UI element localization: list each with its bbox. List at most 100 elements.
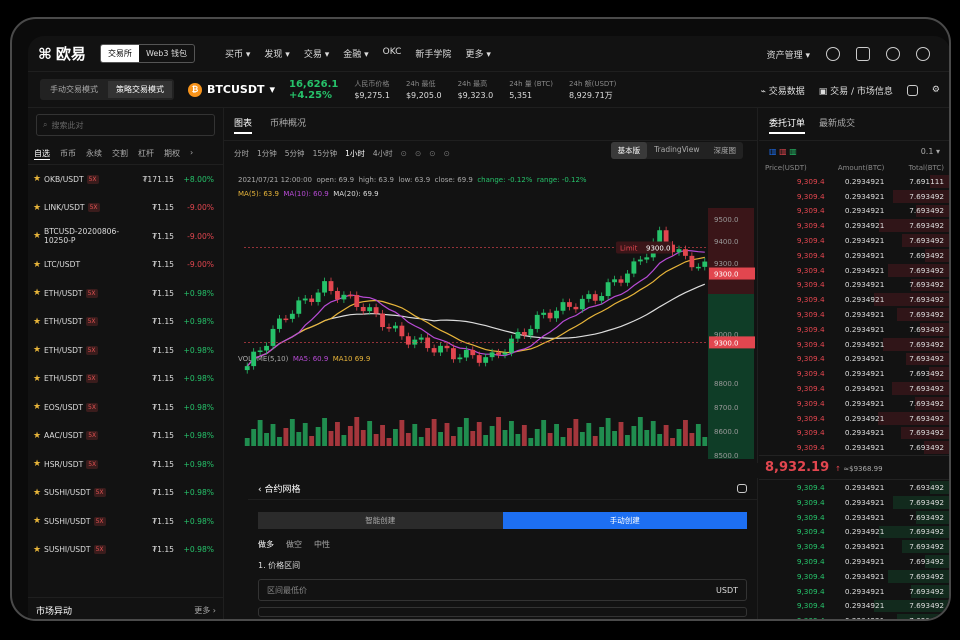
assets-menu[interactable]: 资产管理 ▾ [767, 48, 810, 61]
strategy-mode-button[interactable]: 策略交易模式 [108, 81, 172, 98]
book-row[interactable]: 9,309.4 0.2934921 7.693492 [759, 525, 949, 540]
logo[interactable]: ⌘ 欧易 [38, 43, 86, 64]
book-row[interactable]: 9,309.4 0.2934921 7.693492 [759, 189, 949, 204]
book-row[interactable]: 9,309.4 0.2934921 7.693492 [759, 381, 949, 396]
book-row[interactable]: 9,309.4 0.2934921 7.693492 [759, 554, 949, 569]
menu-item[interactable]: 新手学院 [415, 47, 451, 60]
pencil-icon[interactable]: ⊙ [429, 149, 435, 158]
star-icon[interactable]: ★ [33, 431, 44, 441]
timeframe-option[interactable]: 4小时 [373, 148, 393, 159]
market-tab[interactable]: 交割 [112, 148, 128, 160]
help-icon[interactable] [916, 47, 930, 61]
book-row[interactable]: 9,309.4 0.2934921 7.693492 [759, 278, 949, 293]
timeframe-option[interactable]: 15分钟 [313, 148, 338, 159]
book-row[interactable]: 9,309.4 0.2934921 7.693492 [759, 263, 949, 278]
tab-latest-trades[interactable]: 最新成交 [819, 116, 855, 134]
manual-create-button[interactable]: 手动创建 [502, 512, 747, 529]
market-tab[interactable]: 自选 [34, 148, 50, 160]
smart-create-button[interactable]: 智能创建 [258, 512, 503, 529]
star-icon[interactable]: ★ [33, 488, 44, 498]
range-high-input[interactable] [258, 607, 747, 617]
menu-item[interactable]: 买币 ▾ [225, 47, 250, 60]
market-row[interactable]: ★ HSR/USDT 5X ₮1.15 +0.98% [28, 450, 223, 479]
book-icon[interactable] [737, 484, 747, 493]
book-row[interactable]: 9,309.4 0.2934921 7.693492 [759, 322, 949, 337]
precision-select[interactable]: 0.1 ▾ [921, 147, 940, 156]
tab-chart[interactable]: 图表 [234, 116, 253, 134]
star-icon[interactable]: ★ [33, 402, 44, 412]
book-row[interactable]: 9,309.4 0.2934921 7.691111 [759, 174, 949, 189]
book-row[interactable]: 9,309.4 0.2934921 7.693492 [759, 599, 949, 614]
market-tab[interactable]: 杠杆 [138, 148, 154, 160]
market-row[interactable]: ★ LINK/USDT 5X ₮1.15 -9.00% [28, 194, 223, 223]
timeframe-option[interactable]: 1小时 [345, 148, 365, 159]
settings-icon[interactable]: ⊙ [415, 149, 421, 158]
market-row[interactable]: ★ ETH/USDT 5X ₮1.15 +0.98% [28, 365, 223, 394]
market-row[interactable]: ★ AAC/USDT 5X ₮1.15 +0.98% [28, 422, 223, 451]
tab-order-book[interactable]: 委托订单 [769, 116, 806, 134]
book-row[interactable]: 9,309.4 0.2934921 7.693492 [759, 366, 949, 381]
settings-icon[interactable]: ⚙ [932, 85, 940, 95]
market-row[interactable]: ★ SUSHI/USDT 5X ₮1.15 +0.98% [28, 507, 223, 536]
tab-exchange[interactable]: 交易所 [100, 45, 139, 62]
book-row[interactable]: 9,309.4 0.2934921 7.693492 [759, 613, 949, 619]
chart-view-tab[interactable]: TradingView [647, 142, 706, 159]
menu-item[interactable]: OKC [383, 47, 402, 60]
book-row[interactable]: 9,309.4 0.2934921 7.693492 [759, 352, 949, 367]
indicator-icon[interactable]: ⊙ [401, 149, 407, 158]
book-row[interactable]: 9,309.4 0.2934921 7.693492 [759, 539, 949, 554]
book-row[interactable]: 9,309.4 0.2934921 7.693492 [759, 307, 949, 322]
tab-web3-wallet[interactable]: Web3 钱包 [139, 45, 194, 62]
direction-tab[interactable]: 做多 [258, 539, 274, 550]
star-icon[interactable]: ★ [33, 459, 44, 469]
user-icon[interactable] [826, 47, 840, 61]
market-info-link[interactable]: ▣ 交易 / 市场信息 [819, 84, 893, 97]
market-row[interactable]: ★ SUSHI/USDT 5X ₮1.15 +0.98% [28, 479, 223, 508]
menu-item[interactable]: 更多 ▾ [465, 47, 490, 60]
book-row[interactable]: 9,309.4 0.2934921 7.693492 [759, 480, 949, 495]
star-icon[interactable]: ★ [33, 288, 44, 298]
book-view-icons[interactable]: ▥ ▥ ▥ [769, 147, 797, 156]
book-row[interactable]: 9,309.4 0.2934921 7.693492 [759, 584, 949, 599]
tab-overview[interactable]: 币种概况 [270, 116, 306, 134]
market-row[interactable]: ★ ETH/USDT 5X ₮1.15 +0.98% [28, 336, 223, 365]
star-icon[interactable]: ★ [33, 374, 44, 384]
book-row[interactable]: 9,309.4 0.2934921 7.693492 [759, 233, 949, 248]
market-tab[interactable]: 币币 [60, 148, 76, 160]
back-button[interactable]: ‹ 合约网格 [258, 482, 300, 495]
search-input[interactable]: ⌕ 搜索此对 [36, 114, 215, 136]
star-icon[interactable]: ★ [33, 203, 44, 213]
book-row[interactable]: 9,309.4 0.2934921 7.693492 [759, 411, 949, 426]
star-icon[interactable]: ★ [33, 231, 44, 241]
market-row[interactable]: ★ BTCUSD-20200806-10250-P ₮1.15 -9.00% [28, 222, 223, 251]
star-icon[interactable]: ★ [33, 345, 44, 355]
screenshot-icon[interactable]: ⊙ [444, 149, 450, 158]
chart-view-tab[interactable]: 深度图 [707, 142, 744, 159]
manual-mode-button[interactable]: 手动交易模式 [42, 81, 106, 98]
book-row[interactable]: 9,309.4 0.2934921 7.693492 [759, 440, 949, 455]
chart-view-tab[interactable]: 基本版 [610, 142, 648, 159]
book-row[interactable]: 9,309.4 0.2934921 7.693492 [759, 218, 949, 233]
layout-icon[interactable] [906, 84, 918, 96]
timeframe-option[interactable]: 1分钟 [257, 148, 277, 159]
book-row[interactable]: 9,309.4 0.2934921 7.693492 [759, 396, 949, 411]
market-row[interactable]: ★ EOS/USDT 5X ₮1.15 +0.98% [28, 393, 223, 422]
direction-tab[interactable]: 中性 [314, 539, 330, 550]
book-row[interactable]: 9,309.4 0.2934921 7.693492 [759, 426, 949, 441]
book-row[interactable]: 9,309.4 0.2934921 7.693492 [759, 337, 949, 352]
more-tabs-icon[interactable]: › [190, 148, 193, 160]
star-icon[interactable]: ★ [33, 260, 44, 270]
market-tab[interactable]: 期权 [164, 148, 180, 160]
menu-item[interactable]: 交易 ▾ [304, 47, 329, 60]
more-link[interactable]: 更多 › [194, 605, 216, 616]
timeframe-option[interactable]: 5分钟 [285, 148, 305, 159]
direction-tab[interactable]: 做空 [286, 539, 302, 550]
book-row[interactable]: 9,309.4 0.2934921 7.693492 [759, 292, 949, 307]
star-icon[interactable]: ★ [33, 545, 44, 555]
market-row[interactable]: ★ OKB/USDT 5X ₮171.15 +8.00% [28, 165, 223, 194]
market-row[interactable]: ★ LTC/USDT ₮1.15 -9.00% [28, 251, 223, 280]
download-icon[interactable] [856, 47, 870, 61]
trade-data-link[interactable]: ⌁ 交易数据 [760, 84, 804, 97]
timeframe-option[interactable]: 分时 [234, 148, 249, 159]
market-tab[interactable]: 永续 [86, 148, 102, 160]
